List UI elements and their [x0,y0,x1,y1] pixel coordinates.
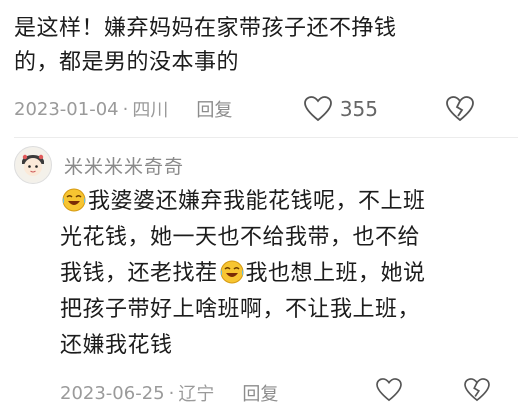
reply-line-3b-text: 我也想上班，她说 [245,261,426,286]
reply-comment: 米米米米奇奇 [14,143,514,187]
comment-divider [14,137,518,138]
top-comment-line-2: 的，都是男的没本事的 [14,50,240,75]
reply-text: 我婆婆还嫌弃我能花钱呢，不上班 光花钱，她一天也不给我带，也不给 我钱，还老找茬… [60,184,500,364]
avatar-icon [16,148,50,182]
reply-reaction-icons [376,378,510,402]
reply-meta: 2023-06-25 · 辽宁 回复 [60,376,510,410]
top-comment-meta: 2023-01-04 · 四川 回复 355 [14,92,504,126]
heart-icon[interactable] [303,96,332,122]
reply-location: 辽宁 [178,384,215,405]
crying-laughing-emoji-icon [220,260,244,284]
reply-line-1-text: 我婆婆还嫌弃我能花钱呢，不上班 [88,189,426,214]
crying-laughing-emoji-icon [62,188,86,212]
top-comment-date: 2023-01-04 [14,98,119,120]
reply-username[interactable]: 米米米米奇奇 [64,152,184,179]
reply-line-5: 还嫌我花钱 [60,333,173,358]
meta-separator: · [168,382,175,404]
reply-line-1: 我婆婆还嫌弃我能花钱呢，不上班 [60,184,500,220]
broken-heart-icon[interactable] [464,378,490,402]
top-comment-like-button[interactable]: 355 [303,96,378,122]
top-comment-like-count: 355 [339,97,378,121]
meta-separator: · [122,98,129,120]
avatar[interactable] [14,146,52,184]
reply-line-2: 光花钱，她一天也不给我带，也不给 [60,225,421,250]
reply-date: 2023-06-25 [60,382,165,404]
heart-icon[interactable] [376,378,402,402]
top-comment-dislike-button[interactable] [446,96,474,122]
top-comment-line-1: 是这样！嫌弃妈妈在家带孩子还不挣钱 [14,16,397,41]
reply-line-4: 把孩子带好上啥班啊，不让我上班， [60,297,421,322]
broken-heart-icon[interactable] [446,96,474,122]
reply-header: 米米米米奇奇 [14,143,514,187]
top-comment-location: 四川 [132,100,169,121]
top-comment-reply-button[interactable]: 回复 [196,96,232,122]
reply-line-3a-text: 我钱，还老找茬 [60,261,218,286]
reply-line-3: 我钱，还老找茬 我也想上班，她说 [60,256,500,292]
top-comment: 是这样！嫌弃妈妈在家带孩子还不挣钱 的，都是男的没本事的 [14,12,504,80]
reply-reply-button[interactable]: 回复 [242,380,278,406]
